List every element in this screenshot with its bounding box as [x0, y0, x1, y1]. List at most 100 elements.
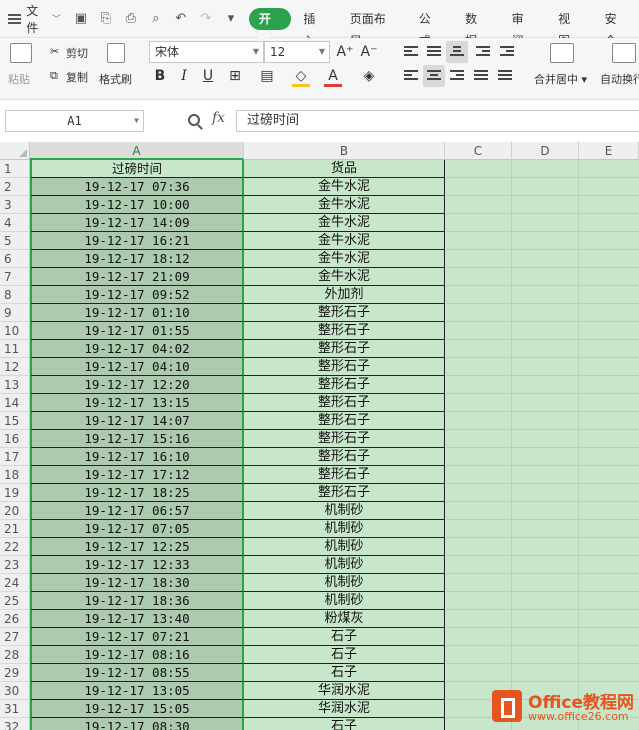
cell-b[interactable]: 石子 [244, 718, 445, 730]
font-name-select[interactable]: 宋体 ▼ [149, 41, 264, 63]
cell-d[interactable] [512, 628, 579, 646]
cell-a[interactable]: 19-12-17 08:30 [30, 718, 244, 730]
cell-d[interactable] [512, 340, 579, 358]
cell-a[interactable]: 19-12-17 04:02 [30, 340, 244, 358]
align-left-icon[interactable] [404, 70, 418, 82]
cell-c[interactable] [445, 196, 512, 214]
row-number[interactable]: 11 [0, 340, 30, 358]
row-number[interactable]: 16 [0, 430, 30, 448]
cell-d[interactable] [512, 160, 579, 178]
tab-5[interactable]: 审阅 [500, 8, 546, 48]
cell-c[interactable] [445, 466, 512, 484]
cell-d[interactable] [512, 484, 579, 502]
cell-c[interactable] [445, 574, 512, 592]
column-header-c[interactable]: C [445, 142, 512, 160]
cell-d[interactable] [512, 574, 579, 592]
cell-a[interactable]: 19-12-17 18:25 [30, 484, 244, 502]
row-number[interactable]: 7 [0, 268, 30, 286]
font-size-select[interactable]: 12 ▼ [264, 41, 330, 63]
cell-d[interactable] [512, 178, 579, 196]
row-number[interactable]: 22 [0, 538, 30, 556]
row-number[interactable]: 21 [0, 520, 30, 538]
column-header-b[interactable]: B [244, 142, 445, 160]
cell-c[interactable] [445, 538, 512, 556]
clear-format-icon[interactable]: ◈ [358, 65, 380, 87]
cell-b[interactable]: 金牛水泥 [244, 232, 445, 250]
row-number[interactable]: 24 [0, 574, 30, 592]
row-number[interactable]: 6 [0, 250, 30, 268]
cell-d[interactable] [512, 358, 579, 376]
cell-b[interactable]: 整形石子 [244, 430, 445, 448]
cell-a[interactable]: 19-12-17 06:57 [30, 502, 244, 520]
cell-c[interactable] [445, 484, 512, 502]
cell-e[interactable] [579, 196, 639, 214]
cell-e[interactable] [579, 322, 639, 340]
row-number[interactable]: 26 [0, 610, 30, 628]
cell-b[interactable]: 金牛水泥 [244, 178, 445, 196]
align-top-icon[interactable] [404, 46, 418, 58]
cell-c[interactable] [445, 664, 512, 682]
cell-a[interactable]: 19-12-17 07:05 [30, 520, 244, 538]
cell-b[interactable]: 石子 [244, 664, 445, 682]
merge-center-icon[interactable] [550, 43, 574, 63]
cell-b[interactable]: 机制砂 [244, 556, 445, 574]
more-chevron-icon[interactable]: ▾ [223, 11, 239, 26]
cell-d[interactable] [512, 214, 579, 232]
cell-b[interactable]: 整形石子 [244, 466, 445, 484]
cell-b[interactable]: 机制砂 [244, 574, 445, 592]
row-number[interactable]: 12 [0, 358, 30, 376]
cell-d[interactable] [512, 502, 579, 520]
cell-e[interactable] [579, 628, 639, 646]
cell-b[interactable]: 整形石子 [244, 484, 445, 502]
cell-a[interactable]: 19-12-17 12:25 [30, 538, 244, 556]
tab-3[interactable]: 公式 [407, 8, 453, 48]
cell-e[interactable] [579, 394, 639, 412]
cell-e[interactable] [579, 592, 639, 610]
tab-2[interactable]: 页面布局 [338, 8, 407, 48]
cell-d[interactable] [512, 610, 579, 628]
cell-e[interactable] [579, 610, 639, 628]
cell-style-icon[interactable]: ▤ [256, 65, 278, 87]
export-icon[interactable]: ⎘ [98, 11, 114, 26]
cell-e[interactable] [579, 268, 639, 286]
cell-a[interactable]: 19-12-17 13:40 [30, 610, 244, 628]
cell-a[interactable]: 19-12-17 08:55 [30, 664, 244, 682]
zoom-icon[interactable] [188, 114, 200, 126]
tab-1[interactable]: 插入 [291, 8, 337, 48]
cell-a[interactable]: 19-12-17 08:16 [30, 646, 244, 664]
cell-c[interactable] [445, 556, 512, 574]
cell-a[interactable]: 过磅时间 [30, 160, 244, 178]
row-number[interactable]: 2 [0, 178, 30, 196]
undo-icon[interactable]: ↶ [173, 11, 189, 26]
print-icon[interactable]: ⎙ [123, 11, 139, 26]
cell-a[interactable]: 19-12-17 16:21 [30, 232, 244, 250]
row-number[interactable]: 10 [0, 322, 30, 340]
file-menu[interactable]: 文件 ﹀ [0, 0, 69, 38]
cell-b[interactable]: 华润水泥 [244, 682, 445, 700]
column-header-d[interactable]: D [512, 142, 579, 160]
cell-e[interactable] [579, 376, 639, 394]
cell-a[interactable]: 19-12-17 12:33 [30, 556, 244, 574]
paste-icon[interactable] [10, 43, 32, 63]
column-header-a[interactable]: A [30, 142, 244, 160]
justify-icon[interactable] [474, 70, 488, 82]
cell-d[interactable] [512, 250, 579, 268]
cell-d[interactable] [512, 448, 579, 466]
row-number[interactable]: 4 [0, 214, 30, 232]
name-box[interactable]: A1 ▼ [5, 110, 144, 132]
row-number[interactable]: 19 [0, 484, 30, 502]
cell-e[interactable] [579, 232, 639, 250]
cell-e[interactable] [579, 466, 639, 484]
cell-c[interactable] [445, 502, 512, 520]
tab-4[interactable]: 数据 [453, 8, 499, 48]
row-number[interactable]: 20 [0, 502, 30, 520]
cell-b[interactable]: 机制砂 [244, 502, 445, 520]
cell-e[interactable] [579, 214, 639, 232]
cell-b[interactable]: 机制砂 [244, 520, 445, 538]
cell-d[interactable] [512, 394, 579, 412]
row-number[interactable]: 25 [0, 592, 30, 610]
indent-decrease-icon[interactable] [476, 46, 490, 58]
copy-icon[interactable]: ⧉ [50, 69, 58, 83]
tab-7[interactable]: 安全 [593, 8, 639, 48]
cell-e[interactable] [579, 556, 639, 574]
